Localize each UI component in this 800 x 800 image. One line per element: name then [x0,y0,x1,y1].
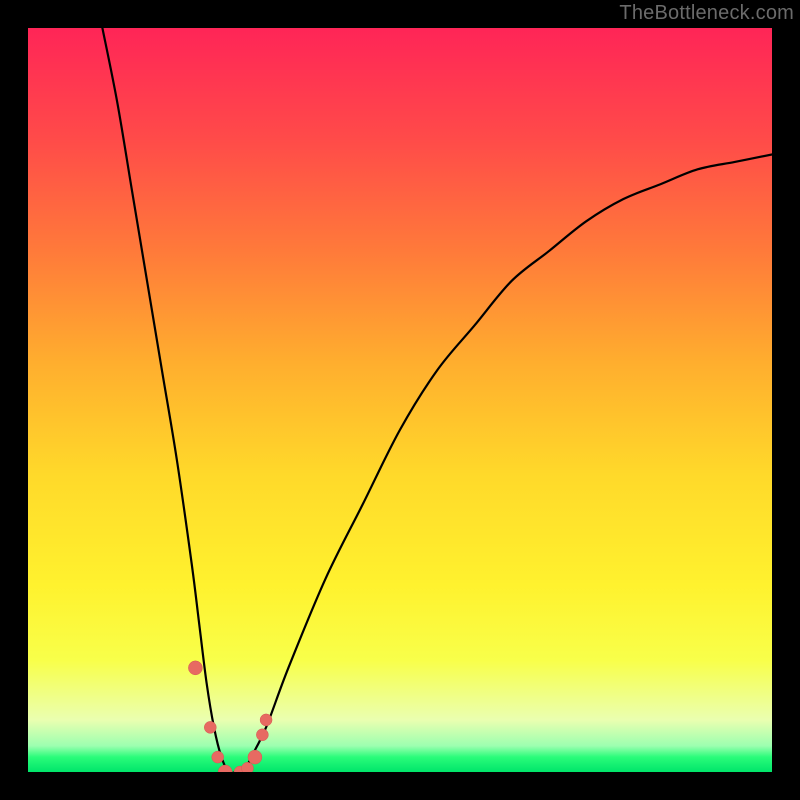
bottleneck-curve-path [102,28,772,772]
curve-marker [248,750,262,764]
bottleneck-curve-svg [28,28,772,772]
curve-marker [241,762,253,772]
curve-marker [260,714,272,726]
curve-marker [188,661,202,675]
curve-marker [212,751,224,763]
curve-marker [256,729,268,741]
plot-area [28,28,772,772]
curve-marker [218,765,232,772]
chart-frame [28,28,772,772]
curve-markers [188,661,272,772]
watermark-text: TheBottleneck.com [619,2,794,25]
curve-marker [204,721,216,733]
